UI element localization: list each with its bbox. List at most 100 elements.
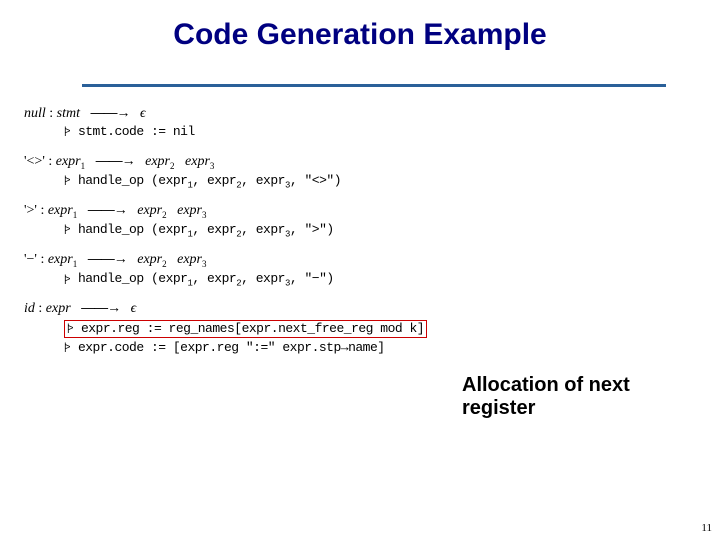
sub: 3 (285, 230, 290, 240)
spacer (130, 252, 134, 267)
arg: expr (256, 222, 285, 237)
spacer (84, 106, 88, 121)
highlight-box: |> expr.reg := reg_names[expr.next_free_… (64, 320, 427, 338)
rhs-sym: expr (137, 203, 162, 218)
rule-head: id : expr ——→ ϵ (24, 299, 444, 317)
page-number: 11 (701, 522, 712, 534)
arrow-icon: ——→ (91, 104, 130, 120)
rule-lhs: expr (56, 154, 81, 169)
arg: expr (158, 173, 187, 188)
triangle-icon: |> (64, 224, 68, 236)
rule-ne: '<>' : expr1 ——→ expr2 expr3 |> handle_o… (24, 152, 444, 191)
rule-head: '>' : expr1 ——→ expr2 expr3 (24, 201, 444, 220)
action-code: stmt.code := nil (78, 124, 195, 139)
sub: 3 (285, 279, 290, 289)
action-code: handle_op (expr1, expr2, expr3, ">") (78, 222, 334, 237)
spacer (138, 154, 142, 169)
action-code: expr.code := [expr.reg ":=" expr.stp→nam… (78, 340, 385, 355)
colon: : (48, 154, 55, 169)
spacer (133, 106, 137, 121)
action-code: expr.reg := reg_names[expr.next_free_reg… (81, 321, 424, 336)
rule-label: '<>' (24, 154, 45, 169)
rule-label: null (24, 106, 46, 121)
spacer (130, 203, 134, 218)
sub: 2 (162, 210, 167, 220)
arg: expr (158, 222, 187, 237)
spacer (81, 252, 85, 267)
spacer (24, 193, 444, 201)
rule-label: '>' (24, 203, 37, 218)
sub: 3 (285, 181, 290, 191)
callout-text: Allocation of next register (462, 374, 692, 420)
rule-lhs: stmt (57, 106, 80, 121)
rule-label: id (24, 301, 35, 316)
rule-lhs: expr (48, 252, 73, 267)
epsilon-icon: ϵ (131, 301, 137, 316)
lit: "<>" (304, 173, 333, 188)
sub: 1 (81, 161, 86, 171)
epsilon-icon: ϵ (140, 106, 146, 121)
arrow-icon: ——→ (88, 201, 127, 217)
sub: 3 (202, 259, 207, 269)
triangle-icon: |> (67, 323, 71, 335)
arrow-icon: ——→ (96, 152, 135, 168)
fn: handle_op (78, 271, 144, 286)
action-code: handle_op (expr1, expr2, expr3, "<>") (78, 173, 341, 188)
sub: 2 (162, 259, 167, 269)
rhs-sym: expr (137, 252, 162, 267)
arg: expr (158, 271, 187, 286)
fn: handle_op (78, 173, 144, 188)
spacer (24, 291, 444, 299)
slide-title: Code Generation Example (0, 18, 720, 52)
arg: expr (256, 173, 285, 188)
colon: : (49, 106, 56, 121)
colon: : (40, 203, 47, 218)
semantic-action: |> handle_op (expr1, expr2, expr3, "−") (64, 271, 444, 289)
sub: 2 (236, 279, 241, 289)
rule-minus: '−' : expr1 ——→ expr2 expr3 |> handle_op… (24, 250, 444, 289)
rule-head: null : stmt ——→ ϵ (24, 104, 444, 122)
sub: 1 (187, 279, 192, 289)
arg: expr (207, 173, 236, 188)
triangle-icon: |> (64, 175, 68, 187)
rule-head: '−' : expr1 ——→ expr2 expr3 (24, 250, 444, 269)
semantic-action-highlighted: |> expr.reg := reg_names[expr.next_free_… (64, 320, 444, 338)
slide: Code Generation Example null : stmt ——→ … (0, 0, 720, 540)
spacer (24, 242, 444, 250)
triangle-icon: |> (64, 342, 68, 354)
sub: 1 (187, 181, 192, 191)
arrow-icon: ——→ (81, 299, 120, 315)
spacer (170, 252, 174, 267)
lit: ">" (304, 222, 326, 237)
spacer (74, 301, 78, 316)
spacer (24, 142, 444, 152)
rule-gt: '>' : expr1 ——→ expr2 expr3 |> handle_op… (24, 201, 444, 240)
rhs-sym: expr (145, 154, 170, 169)
arrow-icon: ——→ (88, 250, 127, 266)
colon: : (40, 252, 47, 267)
semantic-action: |> handle_op (expr1, expr2, expr3, ">") (64, 222, 444, 240)
arg: expr (256, 271, 285, 286)
spacer (170, 203, 174, 218)
sub: 1 (187, 230, 192, 240)
sub: 1 (73, 210, 78, 220)
sub: 1 (73, 259, 78, 269)
sub: 3 (210, 161, 215, 171)
triangle-icon: |> (64, 126, 68, 138)
spacer (89, 154, 93, 169)
lit: "−" (304, 271, 326, 286)
semantic-action: |> handle_op (expr1, expr2, expr3, "<>") (64, 173, 444, 191)
spacer (81, 203, 85, 218)
rule-head: '<>' : expr1 ——→ expr2 expr3 (24, 152, 444, 171)
rule-null: null : stmt ——→ ϵ |> stmt.code := nil (24, 104, 444, 140)
semantic-action: |> expr.code := [expr.reg ":=" expr.stp→… (64, 340, 444, 356)
rhs-sym: expr (177, 252, 202, 267)
colon: : (38, 301, 45, 316)
semantic-action: |> stmt.code := nil (64, 124, 444, 140)
rule-lhs: expr (48, 203, 73, 218)
triangle-icon: |> (64, 274, 68, 286)
rhs-sym: expr (185, 154, 210, 169)
sub: 2 (236, 181, 241, 191)
fn: handle_op (78, 222, 144, 237)
grammar-rules: null : stmt ——→ ϵ |> stmt.code := nil '<… (24, 104, 444, 358)
